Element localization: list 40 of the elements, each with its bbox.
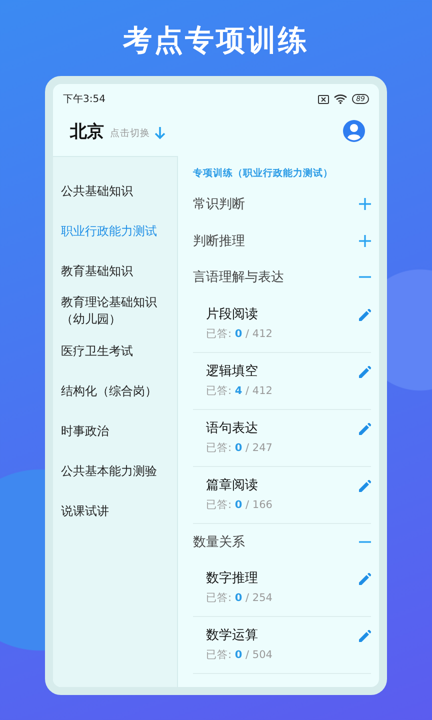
subtopic-name[interactable]: 语句表达 [206,418,272,436]
answered-count: 已答: 0 / 254 [206,591,272,605]
answered-count: 已答: 0 / 412 [206,326,272,340]
category-item[interactable]: 医疗卫生考试 [53,331,177,371]
pencil-icon[interactable] [359,630,371,642]
status-time: 下午3:54 [63,93,106,106]
answered-count: 已答: 4 / 412 [206,384,272,398]
pencil-icon[interactable] [359,573,371,585]
pencil-icon[interactable] [359,422,371,434]
notification-icon [318,94,330,104]
page-heading: 考点专项训练 [123,22,309,59]
category-item[interactable]: 教育基础知识 [53,251,177,291]
answered-count: 已答: 0 / 504 [206,648,272,662]
expand-icon[interactable] [359,198,371,210]
subtopic-name[interactable]: 数学运算 [206,626,272,644]
topic-name: 常识判断 [193,196,245,214]
category-item[interactable]: 时事政治 [53,411,177,451]
category-item[interactable]: 公共基本能力测验 [53,451,177,491]
subtopic-name[interactable]: 逻辑填空 [206,362,272,380]
answered-count: 已答: 0 / 247 [206,440,272,454]
expand-icon[interactable] [359,234,371,247]
topic-name: 数量关系 [193,534,245,551]
pencil-icon[interactable] [359,366,371,378]
city-name: 北京 [70,120,104,142]
category-item[interactable]: 教育理论基础知识（幼儿园） [53,291,177,331]
subtopic-name[interactable]: 数字推理 [206,569,272,587]
category-item[interactable]: 说课试讲 [53,491,177,531]
subtopic-name[interactable]: 篇章阅读 [206,476,272,494]
section-title: 专项训练（职业行政能力测试） [193,166,334,181]
subtopic-name[interactable]: 片段阅读 [206,304,272,322]
arrow-down-icon [154,126,166,140]
answered-count: 已答: 0 / 166 [206,498,272,512]
wifi-icon [334,94,348,104]
pencil-icon[interactable] [359,308,371,320]
pencil-icon[interactable] [359,480,371,492]
user-icon[interactable] [343,120,365,142]
topic-name: 判断推理 [193,232,245,250]
topic-name: 言语理解与表达 [193,269,284,286]
category-item[interactable]: 公共基础知识 [53,171,177,211]
category-item[interactable]: 结构化（综合岗） [53,371,177,411]
